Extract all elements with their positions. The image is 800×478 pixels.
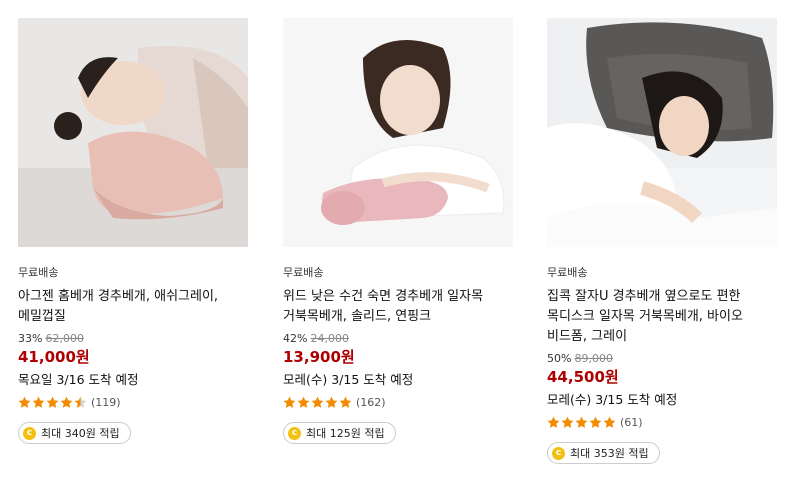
- coin-icon: c: [288, 426, 301, 440]
- coin-icon: c: [23, 426, 36, 440]
- free-shipping-label: 무료배송: [18, 266, 59, 279]
- sale-price: 44,500원: [547, 368, 619, 386]
- rating: (61): [547, 412, 779, 432]
- star-rating: [283, 396, 353, 409]
- review-count: (119): [91, 395, 121, 409]
- rating: (119): [18, 392, 250, 412]
- product-image[interactable]: [547, 18, 777, 247]
- star-icon: [547, 416, 560, 428]
- star-icon: [575, 416, 588, 428]
- star-icon: [32, 396, 45, 408]
- reward-text: 최대 353원 적립: [570, 447, 649, 460]
- product-grid: 무료배송 아그젠 홈베개 경추베개, 애쉬그레이, 메밀껍질 33% 62,000…: [0, 0, 800, 478]
- rating: (162): [283, 392, 515, 412]
- coin-icon: c: [552, 446, 565, 460]
- discount-row: 42% 24,000: [283, 332, 515, 346]
- star-icon: [46, 396, 59, 408]
- star-icon: [18, 396, 31, 408]
- original-price: 89,000: [574, 352, 613, 365]
- original-price: 62,000: [45, 332, 84, 345]
- star-icon: [603, 416, 616, 428]
- discount-row: 50% 89,000: [547, 352, 779, 366]
- star-icon: [325, 396, 338, 408]
- star-icon: [74, 396, 87, 408]
- star-icon: [60, 396, 73, 408]
- product-title[interactable]: 위드 낮은 수건 숙면 경추베개 일자목 거북목베개, 솔리드, 연핑크: [283, 287, 515, 327]
- star-rating: [547, 416, 617, 429]
- arrival-info: 모레(수) 3/15 도착 예정: [283, 372, 414, 387]
- review-count: (61): [620, 415, 643, 429]
- discount-rate: 33%: [18, 332, 43, 345]
- sale-price: 13,900원: [283, 348, 355, 366]
- product-image[interactable]: [283, 18, 513, 247]
- reward-text: 최대 125원 적립: [306, 427, 385, 440]
- product-card[interactable]: 무료배송 아그젠 홈베개 경추베개, 애쉬그레이, 메밀껍질 33% 62,000…: [18, 18, 250, 444]
- review-count: (162): [356, 395, 386, 409]
- star-icon: [297, 396, 310, 408]
- reward-badge: c 최대 125원 적립: [283, 422, 396, 444]
- discount-rate: 42%: [283, 332, 308, 345]
- reward-badge: c 최대 353원 적립: [547, 442, 660, 464]
- free-shipping-label: 무료배송: [547, 266, 588, 279]
- star-icon: [283, 396, 296, 408]
- product-title[interactable]: 집콕 잘자U 경추베개 옆으로도 편한 목디스크 일자목 거북목베개, 바이오 …: [547, 287, 779, 347]
- reward-text: 최대 340원 적립: [41, 427, 120, 440]
- star-icon: [589, 416, 602, 428]
- arrival-info: 목요일 3/16 도착 예정: [18, 372, 139, 387]
- original-price: 24,000: [310, 332, 349, 345]
- product-image[interactable]: [18, 18, 248, 247]
- star-icon: [311, 396, 324, 408]
- product-title[interactable]: 아그젠 홈베개 경추베개, 애쉬그레이, 메밀껍질: [18, 287, 250, 327]
- discount-row: 33% 62,000: [18, 332, 250, 346]
- reward-badge: c 최대 340원 적립: [18, 422, 131, 444]
- sale-price: 41,000원: [18, 348, 90, 366]
- star-rating: [18, 396, 88, 409]
- star-icon: [339, 396, 352, 408]
- arrival-info: 모레(수) 3/15 도착 예정: [547, 392, 678, 407]
- discount-rate: 50%: [547, 352, 572, 365]
- star-icon: [561, 416, 574, 428]
- product-card[interactable]: 무료배송 위드 낮은 수건 숙면 경추베개 일자목 거북목베개, 솔리드, 연핑…: [283, 18, 515, 444]
- product-card[interactable]: 무료배송 집콕 잘자U 경추베개 옆으로도 편한 목디스크 일자목 거북목베개,…: [547, 18, 779, 464]
- free-shipping-label: 무료배송: [283, 266, 324, 279]
